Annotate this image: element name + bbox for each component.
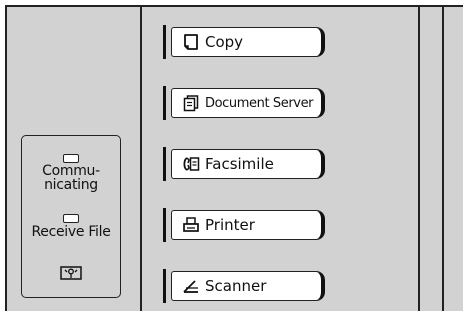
- copy-icon: [184, 34, 198, 50]
- printer-icon: [183, 217, 199, 232]
- panel-divider: [442, 7, 444, 311]
- printer-button[interactable]: Printer: [171, 210, 325, 240]
- key-icon: [60, 266, 82, 280]
- key-frame: [163, 208, 166, 242]
- communicating-lamp-icon: [63, 154, 79, 163]
- printer-key[interactable]: Printer: [163, 208, 325, 242]
- scanner-button[interactable]: Scanner: [171, 271, 325, 301]
- document-server-button[interactable]: Document Server: [171, 88, 325, 118]
- document-server-icon: [183, 95, 199, 112]
- document-server-key[interactable]: Document Server: [163, 86, 325, 120]
- panel-divider: [418, 7, 420, 311]
- facsimile-button[interactable]: Facsimile: [171, 149, 325, 179]
- key-frame: [163, 25, 166, 59]
- receive-file-indicator: Receive File: [12, 214, 130, 239]
- facsimile-key[interactable]: Facsimile: [163, 147, 325, 181]
- status-indicator-panel: Commu- nicating Receive File: [21, 135, 121, 298]
- facsimile-icon: [183, 157, 200, 171]
- receive-file-label: Receive File: [31, 224, 111, 240]
- facsimile-label: Facsimile: [205, 154, 274, 173]
- key-frame: [163, 86, 166, 120]
- key-frame: [163, 269, 166, 303]
- scanner-icon: [183, 280, 198, 293]
- scanner-label: Scanner: [205, 276, 267, 295]
- copy-button[interactable]: Copy: [171, 27, 325, 57]
- copy-key[interactable]: Copy: [163, 25, 325, 59]
- communicating-indicator: Commu- nicating: [12, 154, 130, 192]
- printer-label: Printer: [205, 215, 255, 234]
- receive-file-lamp-icon: [63, 214, 79, 223]
- scanner-key[interactable]: Scanner: [163, 269, 325, 303]
- panel-divider: [140, 7, 142, 311]
- document-server-label: Document Server: [205, 95, 314, 111]
- key-frame: [163, 147, 166, 181]
- copy-label: Copy: [205, 32, 244, 51]
- communicating-label: Commu- nicating: [42, 163, 100, 193]
